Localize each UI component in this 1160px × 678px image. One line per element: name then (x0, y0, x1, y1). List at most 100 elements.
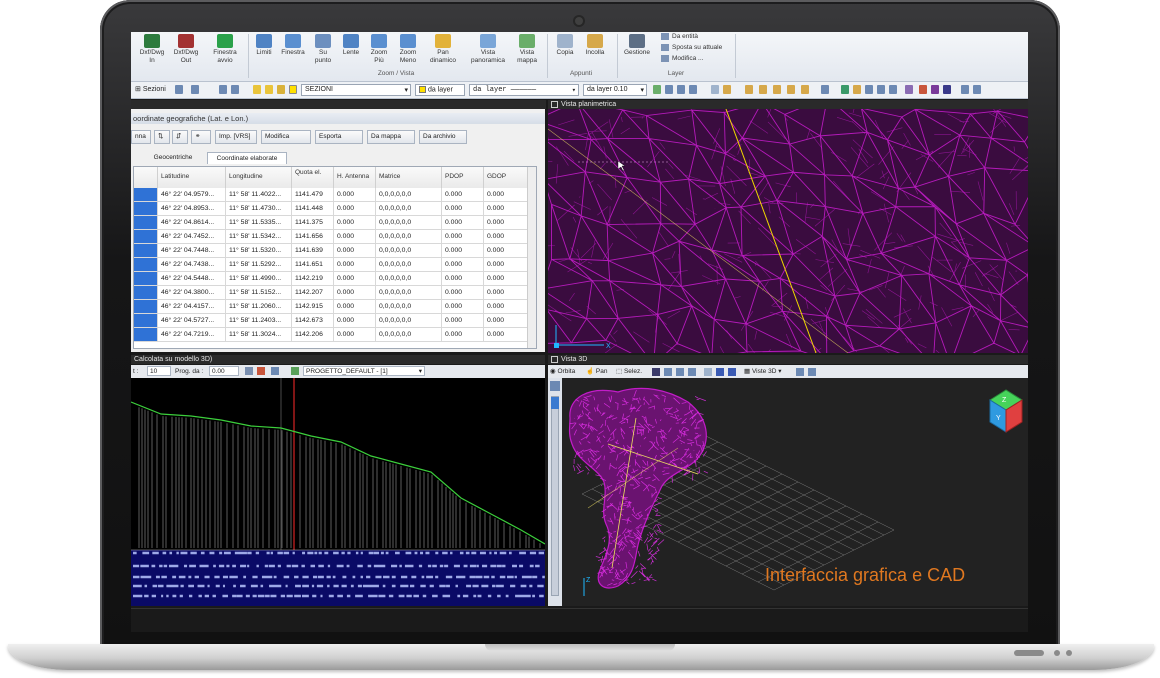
column-header[interactable]: Matrice (376, 167, 442, 188)
arrow-icon[interactable] (841, 85, 849, 94)
edit-icon[interactable] (231, 85, 239, 94)
sections-button[interactable]: ⊞ Sezioni (135, 85, 166, 93)
prog-input[interactable]: 0.00 (209, 366, 239, 376)
move-to-current-layer-button[interactable]: Sposta su attuale (661, 44, 722, 51)
longitudinal-profile[interactable] (131, 378, 545, 606)
light-icon[interactable] (688, 368, 696, 376)
cube-solid-icon[interactable] (728, 368, 736, 376)
table-scrollbar[interactable] (527, 167, 536, 348)
filter-icon[interactable] (889, 85, 897, 94)
grid-icon[interactable] (905, 85, 913, 94)
mirror-icon[interactable] (877, 85, 885, 94)
maximize-icon[interactable] (551, 355, 558, 363)
panel-maximize-icon[interactable] (536, 100, 546, 109)
export-button[interactable]: Esporta (315, 130, 363, 144)
rotate-icon[interactable] (865, 85, 873, 94)
table-row[interactable]: 46° 22' 04.8953... 11° 58' 11.4730... 1141… (134, 202, 529, 216)
dynamic-pan-button[interactable]: Pan dinamico (426, 34, 460, 65)
layer-modify-button[interactable]: Modifica ... (661, 55, 703, 62)
settings-icon[interactable] (808, 368, 816, 376)
zoom-out-button[interactable]: Zoom Meno (395, 34, 421, 65)
eye-icon[interactable] (676, 368, 684, 376)
tools-icon[interactable] (219, 85, 227, 94)
align-icon[interactable] (801, 85, 809, 94)
window-icon[interactable] (961, 85, 969, 94)
shade-icon[interactable] (652, 368, 660, 376)
map-view-button[interactable]: Vista mappa (513, 34, 541, 65)
lock-icon[interactable] (277, 85, 285, 94)
column-header[interactable]: H. Antenna (334, 167, 376, 188)
project-select[interactable]: PROGETTO_DEFAULT - [1] ▾ (303, 366, 425, 376)
row-selector[interactable] (134, 328, 158, 341)
dxf-out-button[interactable]: Dxf/Dwg Out (171, 34, 201, 65)
on-point-button[interactable]: Su punto (311, 34, 335, 65)
cube-solid-icon[interactable] (716, 368, 724, 376)
table-row[interactable]: 46° 22' 04.4157... 11° 58' 11.2060... 1142… (134, 300, 529, 314)
row-selector[interactable] (134, 230, 158, 243)
align-icon[interactable] (773, 85, 781, 94)
name-button[interactable]: nna (131, 130, 151, 144)
layer-manager-button[interactable]: Gestione (621, 34, 653, 57)
pan-button[interactable]: ☝ Pan (586, 365, 607, 378)
sort-alt-button[interactable]: ⇵ (172, 130, 188, 144)
column-header[interactable]: Quota el. (292, 167, 334, 188)
paste-button[interactable]: Incolla (581, 34, 609, 57)
table-row[interactable]: 46° 22' 04.7438... 11° 58' 11.5292... 1141… (134, 258, 529, 272)
snap-icon[interactable] (653, 85, 661, 94)
column-header[interactable]: GDOP (484, 167, 529, 188)
copy-icon[interactable] (711, 85, 719, 94)
table-row[interactable]: 46° 22' 04.5727... 11° 58' 11.2403... 1142… (134, 314, 529, 328)
align-icon[interactable] (787, 85, 795, 94)
align-icon[interactable] (759, 85, 767, 94)
plan-view[interactable]: X (548, 109, 1028, 353)
table-icon[interactable] (821, 85, 829, 94)
row-selector[interactable] (134, 286, 158, 299)
bulb-icon[interactable] (253, 85, 261, 94)
cube-icon[interactable] (704, 368, 712, 376)
row-selector[interactable] (134, 272, 158, 285)
row-selector[interactable] (134, 314, 158, 327)
measure-icon[interactable] (919, 85, 927, 94)
split-icon[interactable] (943, 85, 951, 94)
column-header[interactable]: Latitudine (158, 167, 226, 188)
row-selector[interactable] (134, 300, 158, 313)
edit-icon[interactable] (271, 367, 279, 375)
layout-icon[interactable] (191, 85, 199, 94)
view-icon[interactable] (175, 85, 183, 94)
orbit-button[interactable]: ◉ Orbita (550, 365, 575, 378)
row-selector[interactable] (134, 216, 158, 229)
lineweight-select[interactable]: da layer 0.10 ▾ (583, 84, 647, 96)
panoramic-view-button[interactable]: Vista panoramica (469, 34, 507, 65)
table-row[interactable]: 46° 22' 04.5448... 11° 58' 11.4990... 1142… (134, 272, 529, 286)
tab-geocentric[interactable]: Geocentriche (141, 152, 205, 164)
table-row[interactable]: 46° 22' 04.7219... 11° 58' 11.3024... 1142… (134, 328, 529, 342)
maximize-icon[interactable] (551, 100, 558, 108)
binoculars-icon[interactable]: ⚭ (191, 130, 211, 144)
scale-icon[interactable] (796, 368, 804, 376)
start-window-button[interactable]: Finestra avvio (207, 34, 243, 65)
viewcube-icon[interactable]: Y Z (980, 386, 1026, 444)
table-row[interactable]: 46° 22' 04.9579... 11° 58' 11.4022... 1141… (134, 188, 529, 202)
pen-icon[interactable] (853, 85, 861, 94)
views3d-button[interactable]: ▦ Viste 3D ▾ (744, 365, 781, 378)
snap-mode-icon[interactable] (931, 85, 939, 94)
linetype-select[interactable]: da layer —————— ▾ (469, 84, 579, 96)
zoom-in-button[interactable]: Zoom Più (367, 34, 391, 65)
copy-button[interactable]: Copia (553, 34, 577, 57)
table-row[interactable]: 46° 22' 04.7452... 11° 58' 11.5342... 1141… (134, 230, 529, 244)
vrs-import-button[interactable]: Imp. [VRS] (215, 130, 257, 144)
row-selector[interactable] (134, 202, 158, 215)
row-selector[interactable] (134, 258, 158, 271)
modify-button[interactable]: Modifica (261, 130, 311, 144)
dxf-in-button[interactable]: Dxf/Dwg In (137, 34, 167, 65)
row-selector[interactable] (134, 188, 158, 201)
lens-button[interactable]: Lente (339, 34, 363, 57)
table-row[interactable]: 46° 22' 04.8614... 11° 58' 11.5335... 1141… (134, 216, 529, 230)
select-button[interactable]: ⬚ Selez. (616, 365, 642, 378)
from-map-button[interactable]: Da mappa (367, 130, 415, 144)
table-row[interactable]: 46° 22' 04.3800... 11° 58' 11.5152... 1142… (134, 286, 529, 300)
check-icon[interactable] (257, 367, 265, 375)
row-selector[interactable] (134, 244, 158, 257)
column-header[interactable]: PDOP (442, 167, 484, 188)
from-archive-button[interactable]: Da archivio (419, 130, 467, 144)
